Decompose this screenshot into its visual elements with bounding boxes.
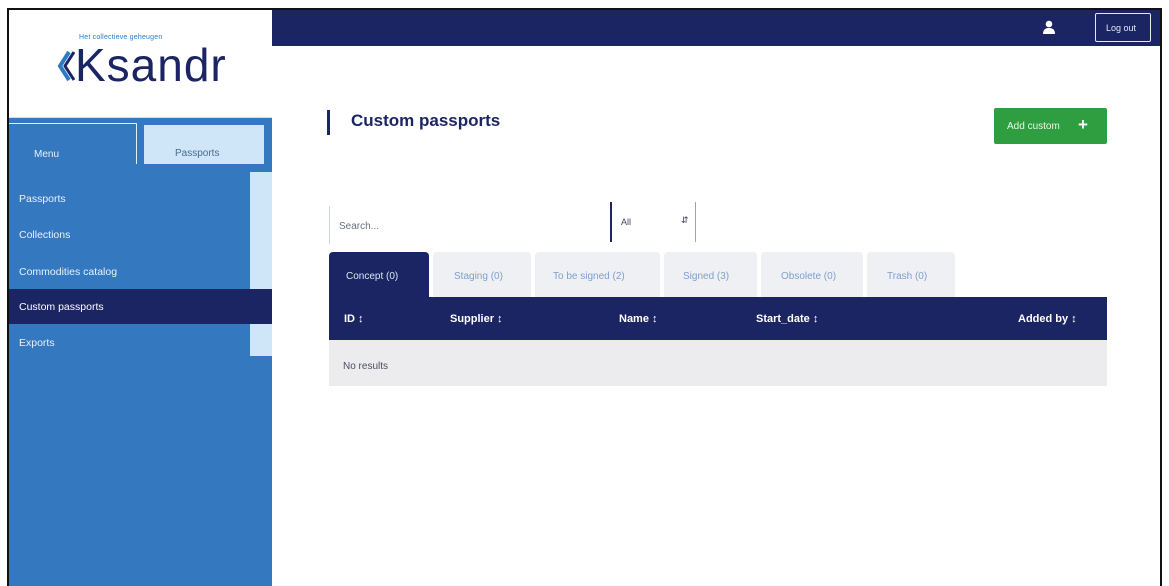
page-title: Custom passports — [351, 111, 501, 130]
status-filter-value: All — [621, 217, 632, 227]
tab-trash[interactable]: Trash (0) — [867, 252, 955, 297]
table-row: No results — [329, 340, 1107, 386]
tab-label: Obsolete (0) — [781, 271, 837, 282]
title-accent-bar — [327, 110, 330, 135]
plus-icon: + — [1078, 115, 1088, 134]
search-input[interactable]: Search... — [329, 206, 469, 244]
sidebar-tabbar: Menu Passports — [9, 118, 272, 164]
ksandr-logo[interactable]: Het collectieve geheugen Ksandr — [57, 32, 227, 96]
sidebar-tab-menu[interactable]: Menu — [9, 123, 137, 164]
user-icon[interactable] — [1043, 20, 1055, 34]
logout-label: Log out — [1106, 23, 1137, 33]
sidebar-item-custom-passports[interactable]: Custom passports — [9, 289, 272, 324]
select-arrows-icon: ⇵ — [681, 215, 689, 225]
tab-label: Staging (0) — [454, 271, 503, 282]
sidebar-scrollbar[interactable] — [250, 172, 272, 356]
sidebar-item-passports[interactable]: Passports — [9, 184, 250, 212]
sidebar-item-exports[interactable]: Exports — [9, 328, 250, 356]
logo-area: Het collectieve geheugen Ksandr — [9, 10, 272, 118]
logo-wordmark: Ksandr — [75, 39, 227, 91]
tab-label: Signed (3) — [683, 271, 730, 282]
logout-button[interactable]: Log out — [1095, 13, 1151, 42]
tab-staging[interactable]: Staging (0) — [433, 252, 531, 297]
empty-results-text: No results — [343, 361, 389, 372]
search-placeholder: Search... — [339, 221, 380, 232]
sidebar-tab-label: Menu — [34, 149, 60, 160]
tab-signed[interactable]: Signed (3) — [664, 252, 757, 297]
tab-to-be-signed[interactable]: To be signed (2) — [535, 252, 660, 297]
add-custom-label: Add custom — [1007, 121, 1060, 132]
sidebar-item-label: Exports — [19, 337, 55, 349]
tab-label: Trash (0) — [887, 271, 928, 282]
sidebar-menu: Passports Collections Commodities catalo… — [9, 164, 272, 586]
tab-label: To be signed (2) — [553, 271, 625, 282]
column-header-start-date[interactable]: Start_date ↕ — [756, 313, 818, 325]
sidebar: Het collectieve geheugen Ksandr Menu Pas… — [9, 10, 272, 586]
add-custom-button[interactable]: Add custom + — [994, 108, 1107, 144]
sidebar-item-label: Custom passports — [19, 301, 104, 313]
sidebar-item-label: Passports — [19, 193, 66, 205]
table-header: ID ↕ Supplier ↕ Name ↕ Start_date ↕ Adde… — [329, 297, 1107, 340]
column-header-supplier[interactable]: Supplier ↕ — [450, 313, 503, 325]
sidebar-item-collections[interactable]: Collections — [9, 220, 250, 248]
status-filter-select[interactable]: All ⇵ — [610, 202, 696, 242]
sidebar-tab-passports[interactable]: Passports — [144, 125, 264, 164]
tab-label: Concept (0) — [346, 271, 399, 282]
sidebar-tab-label: Passports — [175, 148, 220, 159]
column-header-added-by[interactable]: Added by ↕ — [1018, 313, 1077, 325]
status-tabs: Concept (0) Staging (0) To be signed (2)… — [329, 252, 1109, 297]
logo-mark-icon — [57, 50, 75, 82]
column-header-name[interactable]: Name ↕ — [619, 313, 658, 325]
sidebar-item-commodities-catalog[interactable]: Commodities catalog — [9, 257, 250, 285]
tab-obsolete[interactable]: Obsolete (0) — [761, 252, 863, 297]
sidebar-item-label: Commodities catalog — [19, 266, 118, 278]
top-bar: Log out — [272, 10, 1160, 46]
sidebar-item-label: Collections — [19, 229, 71, 241]
tab-concept[interactable]: Concept (0) — [329, 252, 429, 297]
column-header-id[interactable]: ID ↕ — [344, 313, 364, 325]
